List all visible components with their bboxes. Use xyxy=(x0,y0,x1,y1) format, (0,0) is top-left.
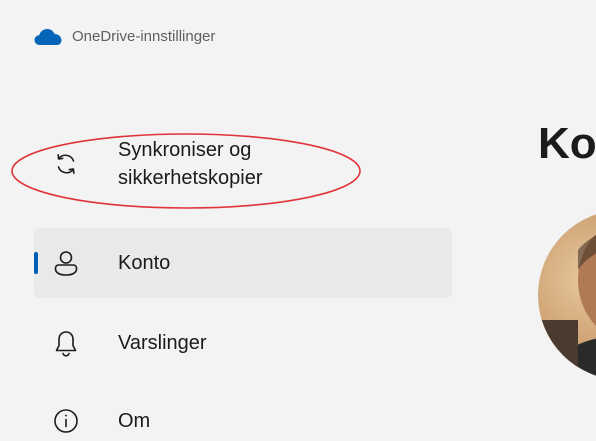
avatar xyxy=(538,210,596,380)
avatar-photo xyxy=(538,210,596,380)
sidebar-item-account[interactable]: Konto xyxy=(34,228,452,298)
app-title: OneDrive-innstillinger xyxy=(72,28,216,45)
sidebar-item-label: Konto xyxy=(118,252,171,274)
sidebar-item-label: Varslinger xyxy=(118,332,207,354)
onedrive-cloud-icon xyxy=(34,29,62,45)
title-bar: OneDrive-innstillinger xyxy=(0,0,596,60)
selection-indicator xyxy=(34,252,38,274)
sidebar-item-notifications[interactable]: Varslinger xyxy=(34,308,452,378)
info-icon xyxy=(54,409,78,433)
bell-icon xyxy=(55,331,77,357)
sidebar-item-label: Synkroniser og sikkerhetskopier xyxy=(118,139,263,189)
sidebar-item-label: Om xyxy=(118,410,151,432)
page-title: Ko xyxy=(538,119,596,168)
sidebar-item-sync-backup[interactable]: Synkroniser og sikkerhetskopier xyxy=(34,132,452,208)
person-icon xyxy=(54,251,78,276)
settings-window: OneDrive-innstillinger Synkroniser og si… xyxy=(0,0,596,441)
sync-icon xyxy=(57,154,75,174)
sidebar-item-about[interactable]: Om xyxy=(34,386,452,441)
